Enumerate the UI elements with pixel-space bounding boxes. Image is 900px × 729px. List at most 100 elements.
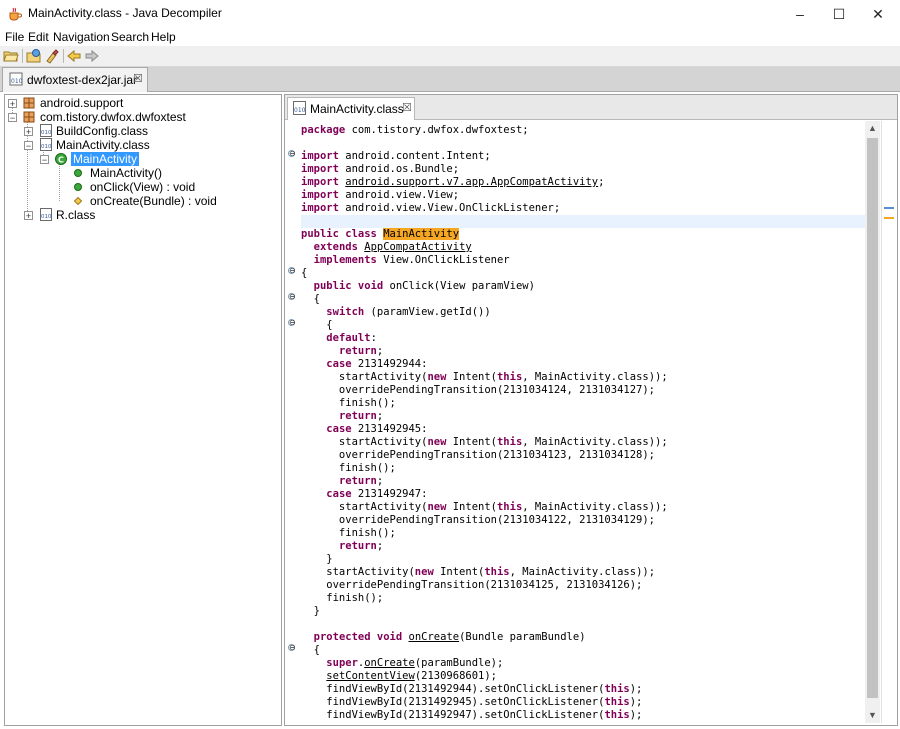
code-line: public class MainActivity [301, 228, 460, 240]
scroll-down-icon[interactable]: ▼ [865, 708, 880, 723]
svg-text:010: 010 [41, 144, 52, 150]
code-line: super.onCreate(paramBundle); [326, 657, 504, 669]
overview-ruler [881, 121, 897, 723]
code-line: startActivity(new Intent(this, MainActiv… [301, 371, 668, 383]
fold-marker-icon[interactable]: ⊖ [288, 644, 296, 652]
tab-class-label: MainActivity.class [310, 102, 404, 116]
editor-tab-strip: 010 MainActivity.class ☒ [285, 95, 897, 120]
tab-class-file[interactable]: 010 MainActivity.class ☒ [287, 97, 415, 120]
overview-marker[interactable] [884, 217, 894, 219]
class-file-icon: 010 [293, 101, 306, 115]
tree-member-label: onCreate(Bundle) : void [90, 194, 217, 208]
code-line: findViewById(2131492947).setOnClickListe… [301, 709, 643, 721]
collapse-toggle-icon[interactable]: − [24, 141, 33, 151]
tree-member-row[interactable]: MainActivity() [5, 166, 275, 180]
scrollbar-thumb[interactable] [867, 138, 878, 698]
package-tree: + android.support − com.tistory.dwfox.dw… [4, 94, 282, 726]
tree-class-label: MainActivity.class [56, 138, 150, 152]
code-line: return; [338, 540, 384, 552]
code-line: overridePendingTransition(2131034123, 21… [301, 449, 656, 461]
tree-type-label-selected: MainActivity [71, 152, 140, 166]
menu-bar: File Edit Navigation Search Help [0, 28, 900, 46]
menu-file[interactable]: File [5, 30, 24, 44]
scroll-up-icon[interactable]: ▲ [865, 121, 880, 136]
close-tab-icon[interactable]: ☒ [402, 101, 412, 114]
svg-text:C: C [58, 156, 64, 165]
code-line: return; [338, 345, 384, 357]
code-line: findViewById(2131492944).setOnClickListe… [301, 683, 643, 695]
tree-class-row[interactable]: + 010 BuildConfig.class [5, 124, 275, 138]
toolbar [0, 46, 900, 67]
code-line: protected void onCreate(Bundle paramBund… [313, 631, 586, 643]
public-method-icon [74, 183, 82, 191]
search-icon[interactable] [44, 48, 60, 64]
protected-method-icon [74, 197, 82, 205]
code-line: overridePendingTransition(2131034124, 21… [301, 384, 656, 396]
open-type-icon[interactable] [26, 48, 42, 64]
code-line: overridePendingTransition(2131034122, 21… [301, 514, 656, 526]
tree-member-label: onClick(View) : void [90, 180, 196, 194]
collapse-toggle-icon[interactable]: − [40, 155, 49, 165]
fold-marker-icon[interactable]: ⊖ [288, 319, 296, 327]
fold-gutter [285, 121, 297, 723]
expand-toggle-icon[interactable]: + [24, 127, 33, 137]
menu-edit[interactable]: Edit [28, 30, 49, 44]
code-line: startActivity(new Intent(this, MainActiv… [301, 436, 668, 448]
jar-file-icon: 010 [9, 72, 23, 86]
package-icon [23, 111, 35, 123]
tree-package-label: android.support [40, 96, 124, 110]
expand-toggle-icon[interactable]: + [24, 211, 33, 221]
maximize-button[interactable]: ☐ [817, 0, 861, 28]
public-method-icon [74, 169, 82, 177]
code-line: finish(); [301, 527, 396, 539]
code-line: findViewById(2131492945).setOnClickListe… [301, 696, 643, 708]
code-line: { [301, 319, 333, 331]
close-tab-icon[interactable]: ☒ [133, 72, 143, 85]
expand-toggle-icon[interactable]: + [8, 99, 17, 109]
tree-member-row[interactable]: onCreate(Bundle) : void [5, 194, 275, 208]
class-file-icon: 010 [40, 208, 52, 221]
toolbar-separator [63, 49, 64, 63]
back-icon[interactable] [66, 48, 82, 64]
class-file-icon: 010 [40, 138, 52, 151]
code-line: { [301, 644, 320, 656]
code-view[interactable]: ⊖ ⊖ ⊖ ⊖ ⊖ package com.tistory.dwfox.dwfo… [285, 121, 881, 723]
package-icon [23, 97, 35, 109]
tree-package-row[interactable]: − com.tistory.dwfox.dwfoxtest [5, 110, 275, 124]
forward-icon[interactable] [84, 48, 100, 64]
code-line: { [301, 293, 320, 305]
tree-package-label: com.tistory.dwfox.dwfoxtest [40, 110, 186, 124]
menu-help[interactable]: Help [151, 30, 176, 44]
fold-marker-icon[interactable]: ⊖ [288, 267, 296, 275]
code-line [301, 215, 867, 228]
open-file-icon[interactable] [3, 48, 19, 64]
fold-marker-icon[interactable]: ⊖ [288, 150, 296, 158]
code-line: return; [338, 410, 384, 422]
tree-class-label: BuildConfig.class [56, 124, 149, 138]
tab-jar-file[interactable]: 010 dwfoxtest-dex2jar.jar ☒ [2, 67, 148, 92]
code-line: } [301, 605, 320, 617]
minimize-button[interactable]: – [778, 0, 822, 28]
code-line: { [301, 267, 308, 279]
overview-marker[interactable] [884, 207, 894, 209]
code-line: default: [326, 332, 377, 344]
menu-navigation[interactable]: Navigation [53, 30, 110, 44]
tree-package-row[interactable]: + android.support [5, 96, 275, 110]
tree-member-label: MainActivity() [90, 166, 163, 180]
title-bar: MainActivity.class - Java Decompiler – ☐… [0, 0, 900, 28]
menu-search[interactable]: Search [111, 30, 149, 44]
source-editor: 010 MainActivity.class ☒ ⊖ ⊖ ⊖ ⊖ ⊖ packa… [284, 94, 898, 726]
tree-type-row[interactable]: − C MainActivity [5, 152, 275, 166]
close-window-button[interactable]: ✕ [856, 0, 900, 28]
collapse-toggle-icon[interactable]: − [8, 113, 17, 123]
vertical-scrollbar[interactable]: ▲ ▼ [865, 121, 880, 723]
tree-class-row[interactable]: + 010 R.class [5, 208, 275, 222]
code-line: implements View.OnClickListener [313, 254, 510, 266]
code-line: case 2131492947: [326, 488, 428, 500]
code-line: import android.support.v7.app.AppCompatA… [301, 176, 605, 188]
tree-class-row[interactable]: − 010 MainActivity.class [5, 138, 275, 152]
fold-marker-icon[interactable]: ⊖ [288, 293, 296, 301]
code-line: case 2131492945: [326, 423, 428, 435]
code-line: overridePendingTransition(2131034125, 21… [301, 579, 643, 591]
tree-member-row[interactable]: onClick(View) : void [5, 180, 275, 194]
